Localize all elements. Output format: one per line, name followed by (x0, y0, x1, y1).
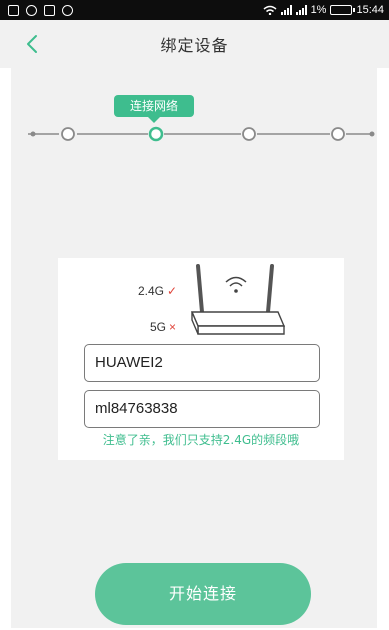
app-notification-icon (26, 4, 37, 16)
status-bar: 1% 15:44 (0, 0, 389, 20)
step-1-node (61, 127, 75, 141)
band-24g: 2.4G ✓ (138, 284, 177, 298)
battery-icon (330, 5, 356, 15)
alarm-icon (62, 4, 73, 16)
start-connection-button[interactable]: 开始连接 (95, 563, 311, 625)
notification-icon (8, 4, 19, 16)
password-input[interactable]: ml84763838 (84, 390, 320, 428)
step-4-node (331, 127, 345, 141)
current-step-tooltip: 连接网络 (114, 95, 194, 123)
cell-signal-2-icon (295, 5, 307, 15)
stepper-end-dot (369, 131, 375, 137)
progress-stepper (28, 126, 375, 142)
status-bar-notifications (8, 4, 73, 16)
band-5g-label: 5G (150, 320, 167, 334)
status-bar-system: 1% 15:44 (263, 4, 384, 16)
cell-signal-icon (280, 5, 292, 15)
ssid-input[interactable]: HUAWEI2 (84, 344, 320, 382)
header-bar: 绑定设备 (0, 20, 389, 68)
page-title: 绑定设备 (160, 36, 229, 55)
wifi-signal-icon (263, 5, 277, 15)
status-time: 15:44 (356, 4, 384, 16)
image-notification-icon (44, 4, 55, 16)
step-2-node-active (148, 126, 164, 142)
stepper-end-dot (30, 131, 36, 137)
step-3-node (242, 127, 256, 141)
cross-icon: × (169, 320, 177, 334)
band-24g-label: 2.4G (138, 284, 165, 298)
network-card: 2.4G ✓ 5G × HUAWEI2 ml84763838 注意了亲，我们只支持2… (58, 258, 344, 460)
check-icon: ✓ (167, 284, 178, 298)
battery-percent: 1% (310, 4, 327, 16)
band-hint-text: 注意了亲，我们只支持2.4G的频段哦 (102, 433, 300, 447)
router-icon (190, 264, 286, 335)
chevron-left-icon[interactable] (22, 33, 44, 55)
band-5g: 5G × (150, 320, 176, 334)
